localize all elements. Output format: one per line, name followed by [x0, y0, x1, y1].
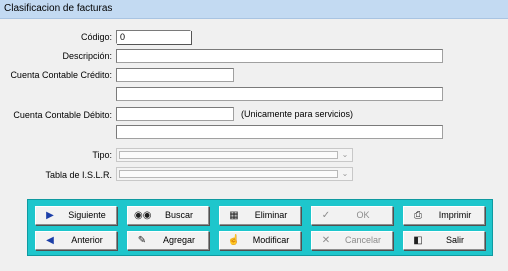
islr-label: Tabla de I.S.L.R. [45, 170, 112, 180]
trash-icon: ▦ [229, 210, 239, 221]
tipo-label: Tipo: [92, 150, 112, 160]
descripcion-field[interactable] [116, 49, 443, 63]
pencil-icon: ✎ [137, 235, 147, 246]
play-left-icon: ◀ [46, 235, 54, 246]
tipo-select-value [119, 151, 338, 159]
anterior-label: Anterior [71, 235, 103, 245]
cuenta-credito-label: Cuenta Contable Crédito: [10, 70, 112, 80]
chevron-down-icon[interactable]: ⌄ [341, 170, 349, 178]
cuenta-debito-detail-field[interactable] [116, 125, 443, 139]
siguiente-button[interactable]: ▶ Siguiente [35, 206, 117, 225]
buscar-button[interactable]: ◉◉ Buscar [127, 206, 209, 225]
descripcion-label: Descripción: [62, 51, 112, 61]
ok-button[interactable]: ✓ OK [311, 206, 393, 225]
modificar-label: Modificar [252, 235, 290, 245]
islr-select-value [119, 170, 338, 178]
ok-label: OK [356, 210, 370, 220]
checkmark-icon: ✓ [321, 210, 331, 221]
chevron-down-icon[interactable]: ⌄ [341, 151, 349, 159]
codigo-field[interactable]: 0 [116, 30, 191, 44]
agregar-label: Agregar [162, 235, 196, 245]
cuenta-credito-field[interactable] [116, 68, 234, 82]
window-title: Clasificacion de facturas [4, 3, 113, 14]
salir-label: Salir [445, 235, 464, 245]
title-bar: Clasificacion de facturas [0, 0, 508, 19]
binoculars-icon: ◉◉ [134, 210, 152, 221]
eliminar-label: Eliminar [254, 210, 288, 220]
codigo-label: Código: [80, 32, 112, 42]
servicios-note: (Unicamente para servicios) [241, 109, 354, 119]
buscar-label: Buscar [164, 210, 193, 220]
play-right-icon: ▶ [46, 210, 54, 221]
siguiente-label: Siguiente [68, 210, 106, 220]
cancelar-label: Cancelar [344, 235, 382, 245]
exit-door-icon: ◧ [413, 235, 423, 246]
cuenta-debito-field[interactable] [116, 107, 234, 121]
imprimir-label: Imprimir [438, 210, 472, 220]
edit-hand-icon: ☝ [227, 235, 241, 246]
modificar-button[interactable]: ☝ Modificar [219, 231, 301, 250]
salir-button[interactable]: ◧ Salir [403, 231, 485, 250]
islr-select[interactable]: ⌄ [116, 167, 353, 181]
cancelar-button[interactable]: ✕ Cancelar [311, 231, 393, 250]
cuenta-credito-detail-field[interactable] [116, 87, 443, 101]
tipo-select[interactable]: ⌄ [116, 148, 353, 162]
printer-icon: ⎙ [414, 210, 422, 221]
x-icon: ✕ [321, 235, 331, 246]
anterior-button[interactable]: ◀ Anterior [35, 231, 117, 250]
eliminar-button[interactable]: ▦ Eliminar [219, 206, 301, 225]
agregar-button[interactable]: ✎ Agregar [127, 231, 209, 250]
cuenta-debito-label: Cuenta Contable Débito: [13, 110, 112, 120]
imprimir-button[interactable]: ⎙ Imprimir [403, 206, 485, 225]
button-panel: ▶ Siguiente ◉◉ Buscar ▦ Eliminar ✓ OK ⎙ … [27, 199, 493, 256]
